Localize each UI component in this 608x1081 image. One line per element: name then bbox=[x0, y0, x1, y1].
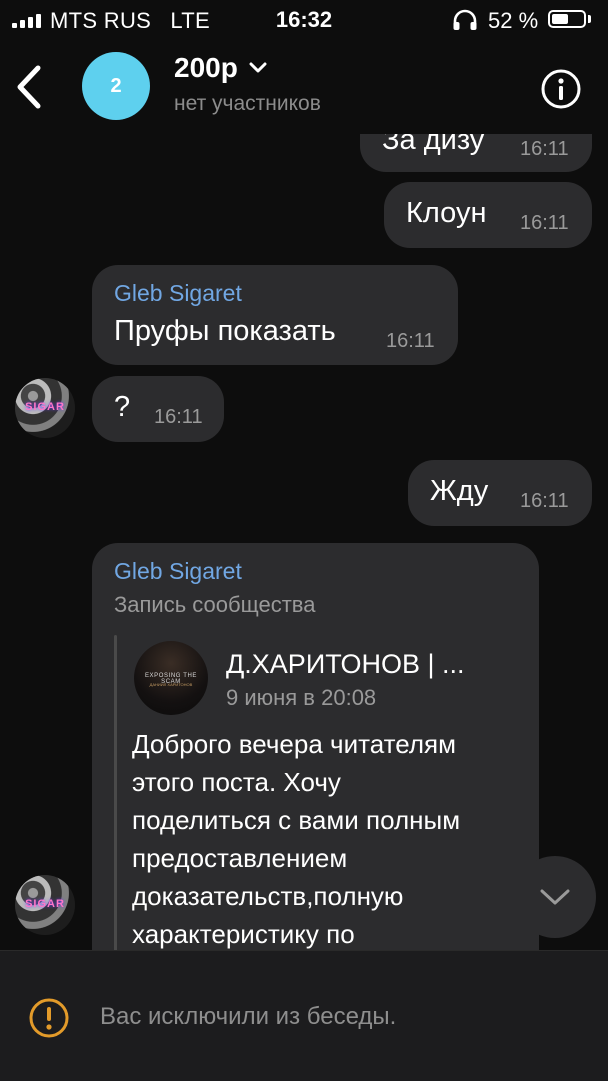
headphones-icon bbox=[453, 9, 477, 30]
battery-icon bbox=[548, 10, 586, 28]
community-avatar-subtitle: ДАНИИЛ ХАРИТОНОВ bbox=[149, 682, 193, 687]
post-line: предоставлением bbox=[132, 843, 348, 873]
chat-title[interactable]: 200р bbox=[174, 52, 268, 84]
post-date: 9 июня в 20:08 bbox=[226, 685, 377, 710]
message-text: Клоун bbox=[406, 197, 487, 229]
message-time: 16:11 bbox=[386, 330, 435, 352]
excluded-notice: Вас исключили из беседы. bbox=[100, 1003, 397, 1030]
chat-subtitle: нет участников bbox=[174, 92, 321, 115]
battery-tip bbox=[588, 15, 591, 23]
post-line: доказательств,полную bbox=[132, 881, 404, 911]
avatar-label: SIGAR bbox=[25, 898, 65, 910]
incoming-message[interactable]: Gleb Sigaret Пруфы показать 16:11 bbox=[92, 265, 458, 365]
message-text: Пруфы показать bbox=[114, 315, 336, 347]
sender-avatar[interactable]: SIGAR bbox=[15, 378, 75, 438]
quote-bar bbox=[114, 635, 117, 950]
chevron-down-icon bbox=[249, 62, 267, 73]
back-chevron-icon[interactable] bbox=[10, 62, 50, 112]
avatar-label: SIGAR bbox=[25, 401, 65, 413]
outgoing-message[interactable]: Клоун 16:11 bbox=[384, 182, 592, 248]
warning-icon bbox=[29, 998, 69, 1038]
community-avatar[interactable]: EXPOSING THE SCAM ДАНИИЛ ХАРИТОНОВ bbox=[134, 641, 208, 715]
post-line: поделиться с вами полным bbox=[132, 805, 461, 835]
message-time: 16:11 bbox=[520, 138, 569, 160]
community-name[interactable]: Д.ХАРИТОНОВ | ... bbox=[226, 649, 465, 680]
repost-kind: Запись сообщества bbox=[114, 592, 316, 617]
chat-avatar[interactable]: 2 bbox=[82, 52, 150, 120]
info-icon[interactable] bbox=[540, 68, 582, 110]
battery-percent: 52 % bbox=[488, 8, 539, 33]
chat-title-text: 200р bbox=[174, 52, 238, 83]
message-text: Жду bbox=[430, 475, 489, 507]
post-text: Доброго вечера читателям этого поста. Хо… bbox=[132, 725, 460, 950]
status-bar: MTS RUS LTE 16:32 52 % bbox=[0, 0, 608, 40]
repost-message[interactable]: Gleb Sigaret Запись сообщества EXPOSING … bbox=[92, 543, 539, 950]
post-line: Доброго вечера читателям bbox=[132, 729, 456, 759]
message-time: 16:11 bbox=[154, 406, 203, 428]
chevron-down-icon bbox=[540, 889, 570, 905]
composer-disabled-bar: Вас исключили из беседы. bbox=[0, 950, 608, 1081]
outgoing-message[interactable]: За дизу 16:11 bbox=[360, 134, 592, 172]
message-author[interactable]: Gleb Sigaret bbox=[114, 558, 242, 585]
chat-avatar-letter: 2 bbox=[110, 74, 122, 97]
incoming-message[interactable]: ? 16:11 bbox=[92, 376, 224, 442]
message-author[interactable]: Gleb Sigaret bbox=[114, 280, 242, 307]
message-time: 16:11 bbox=[520, 212, 569, 234]
post-line: характеристику по bbox=[132, 919, 355, 949]
post-line: этого поста. Хочу bbox=[132, 767, 341, 797]
message-time: 16:11 bbox=[520, 490, 569, 512]
scroll-to-bottom-button[interactable] bbox=[514, 856, 596, 938]
outgoing-message[interactable]: Жду 16:11 bbox=[408, 460, 592, 526]
message-text: ? bbox=[114, 391, 131, 423]
message-feed[interactable]: За дизу 16:11 Клоун 16:11 Gleb Sigaret П… bbox=[0, 134, 608, 950]
chat-header: 2 200р нет участников bbox=[0, 40, 608, 134]
sender-avatar[interactable]: SIGAR bbox=[15, 875, 75, 935]
message-text: За дизу bbox=[382, 134, 485, 156]
